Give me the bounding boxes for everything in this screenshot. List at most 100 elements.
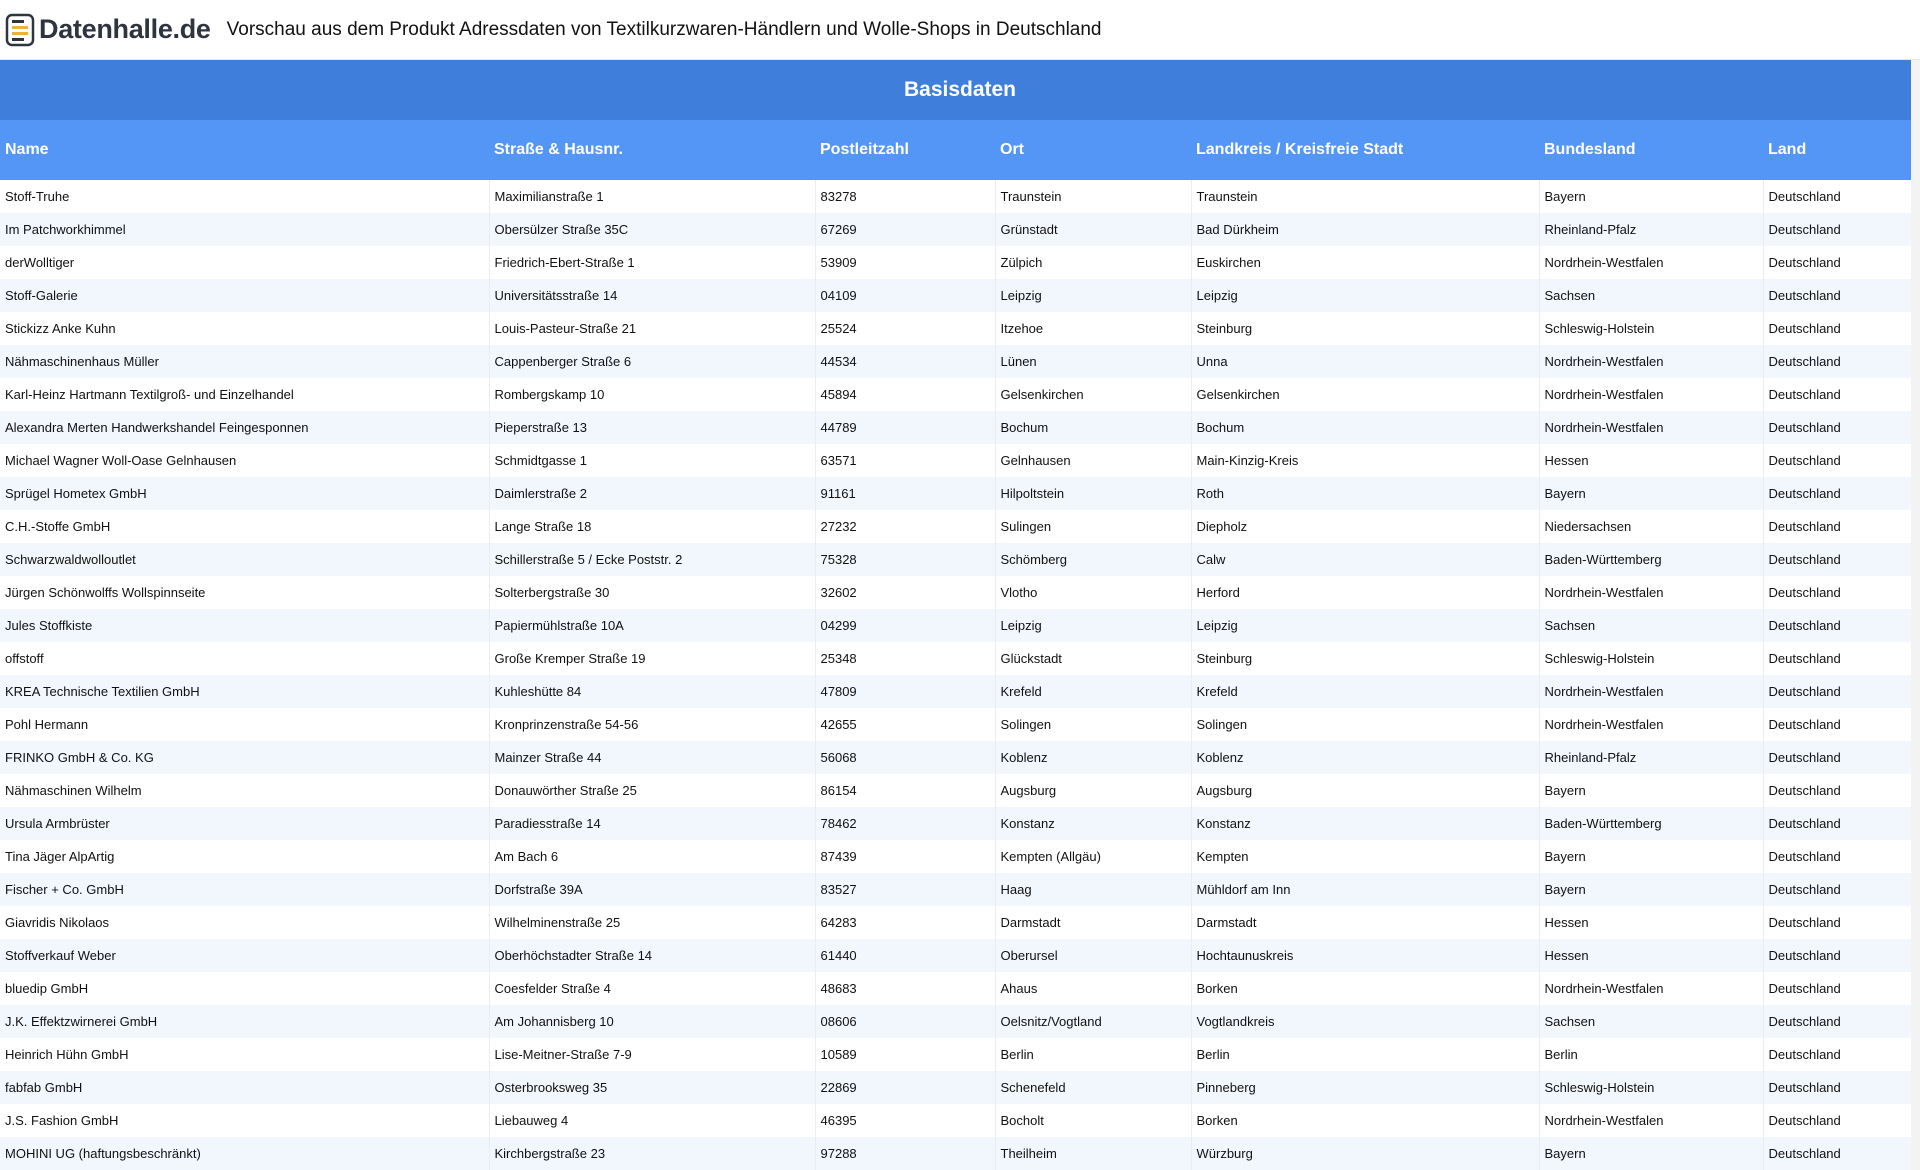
cell-country: Deutschland (1762, 774, 1920, 807)
table-row[interactable]: J.S. Fashion GmbH Liebauweg 4 46395 Bocholt… (0, 1104, 1920, 1137)
cell-country: Deutschland (1762, 576, 1920, 609)
cell-city: Traunstein (994, 180, 1191, 213)
cell-state: Bayern (1538, 477, 1763, 510)
table-row[interactable]: C.H.-Stoffe GmbH Lange Straße 18 27232 Suli… (0, 510, 1920, 543)
cell-city: Augsburg (994, 774, 1191, 807)
table-row[interactable]: Schwarzwaldwolloutlet Schillerstraße 5 / … (0, 543, 1920, 576)
table-row[interactable]: Michael Wagner Woll-Oase Gelnhausen Schmi… (0, 444, 1920, 477)
column-header-name[interactable]: Name (0, 120, 489, 180)
table-row[interactable]: MOHINI UG (haftungsbeschränkt) Kirchbergs… (0, 1137, 1920, 1170)
table-row[interactable]: FRINKO GmbH & Co. KG Mainzer Straße 44 560… (0, 741, 1920, 774)
cell-state: Bayern (1538, 840, 1763, 873)
column-header-street[interactable]: Straße & Hausnr. (489, 120, 815, 180)
table-row[interactable]: Giavridis Nikolaos Wilhelminenstraße 25 64… (0, 906, 1920, 939)
table-row[interactable]: fabfab GmbH Osterbrooksweg 35 22869 Schenef… (0, 1071, 1920, 1104)
cell-postal-code: 97288 (814, 1137, 995, 1170)
table-row[interactable]: derWolltiger Friedrich-Ebert-Straße 1 5390… (0, 246, 1920, 279)
column-header-district[interactable]: Landkreis / Kreisfreie Stadt (1191, 120, 1539, 180)
cell-street: Lange Straße 18 (488, 510, 815, 543)
cell-city: Oelsnitz/Vogtland (994, 1005, 1191, 1038)
cell-country: Deutschland (1762, 477, 1920, 510)
table-row[interactable]: offstoff Große Kremper Straße 19 25348 Glüc… (0, 642, 1920, 675)
logo[interactable]: Datenhalle.de (5, 13, 211, 47)
cell-district: Diepholz (1190, 510, 1539, 543)
cell-name: J.S. Fashion GmbH (5, 1113, 119, 1128)
cell-street: Daimlerstraße 2 (488, 477, 815, 510)
cell-city: Lünen (994, 345, 1191, 378)
cell-state: Schleswig-Holstein (1538, 312, 1763, 345)
table-row[interactable]: Jules Stoffkiste Papiermühlstraße 10A 0429… (0, 609, 1920, 642)
cell-state: Sachsen (1538, 1005, 1763, 1038)
table-row[interactable]: Ursula Armbrüster Paradiesstraße 14 78462 K… (0, 807, 1920, 840)
cell-name: Stickizz Anke Kuhn (5, 321, 116, 336)
cell-name: J.K. Effektzwirnerei GmbH (5, 1014, 158, 1029)
cell-state: Hessen (1538, 906, 1763, 939)
cell-city: Oberursel (994, 939, 1191, 972)
cell-country: Deutschland (1762, 642, 1920, 675)
cell-country: Deutschland (1762, 939, 1920, 972)
column-header-country[interactable]: Land (1763, 120, 1920, 180)
table-row[interactable]: J.K. Effektzwirnerei GmbH Am Johannisberg… (0, 1005, 1920, 1038)
cell-name: MOHINI UG (haftungsbeschränkt) (5, 1146, 201, 1161)
cell-district: Borken (1190, 1104, 1539, 1137)
column-header-postal-code[interactable]: Postleitzahl (815, 120, 995, 180)
cell-postal-code: 25348 (814, 642, 995, 675)
cell-street: Liebauweg 4 (488, 1104, 815, 1137)
cell-district: Bochum (1190, 411, 1539, 444)
table-row[interactable]: Tina Jäger AlpArtig Am Bach 6 87439 Kempten… (0, 840, 1920, 873)
table-row[interactable]: Fischer + Co. GmbH Dorfstraße 39A 83527 Haa… (0, 873, 1920, 906)
table-row[interactable]: Pohl Hermann Kronprinzenstraße 54-56 42655… (0, 708, 1920, 741)
cell-street: Maximilianstraße 1 (488, 180, 815, 213)
cell-name: FRINKO GmbH & Co. KG (5, 750, 154, 765)
cell-postal-code: 56068 (814, 741, 995, 774)
table-row[interactable]: Karl-Heinz Hartmann Textilgroß- und Einz… (0, 378, 1920, 411)
table-row[interactable]: Stoffverkauf Weber Oberhöchstadter Straße… (0, 939, 1920, 972)
cell-district: Würzburg (1190, 1137, 1539, 1170)
cell-street: Schmidtgasse 1 (488, 444, 815, 477)
cell-country: Deutschland (1762, 1005, 1920, 1038)
table-row[interactable]: Alexandra Merten Handwerkshandel Feinges… (0, 411, 1920, 444)
cell-state: Nordrhein-Westfalen (1538, 708, 1763, 741)
column-header-state[interactable]: Bundesland (1539, 120, 1763, 180)
cell-postal-code: 42655 (814, 708, 995, 741)
cell-district: Euskirchen (1190, 246, 1539, 279)
table-row[interactable]: bluedip GmbH Coesfelder Straße 4 48683 Ahau… (0, 972, 1920, 1005)
table-row[interactable]: KREA Technische Textilien GmbH Kuhleshütt… (0, 675, 1920, 708)
table-row[interactable]: Sprügel Hometex GmbH Daimlerstraße 2 91161… (0, 477, 1920, 510)
table-row[interactable]: Stoff-Galerie Universitätsstraße 14 04109 L… (0, 279, 1920, 312)
cell-postal-code: 53909 (814, 246, 995, 279)
column-header-city[interactable]: Ort (995, 120, 1191, 180)
cell-district: Bad Dürkheim (1190, 213, 1539, 246)
table-row[interactable]: Jürgen Schönwolffs Wollspinnseite Solterb… (0, 576, 1920, 609)
cell-name: Jules Stoffkiste (5, 618, 93, 633)
cell-district: Kempten (1190, 840, 1539, 873)
cell-state: Niedersachsen (1538, 510, 1763, 543)
table-row[interactable]: Stickizz Anke Kuhn Louis-Pasteur-Straße 2… (0, 312, 1920, 345)
cell-street: Osterbrooksweg 35 (488, 1071, 815, 1104)
table-row[interactable]: Heinrich Hühn GmbH Lise-Meitner-Straße 7-… (0, 1038, 1920, 1071)
cell-city: Vlotho (994, 576, 1191, 609)
cell-postal-code: 45894 (814, 378, 995, 411)
cell-country: Deutschland (1762, 279, 1920, 312)
cell-name: KREA Technische Textilien GmbH (5, 684, 200, 699)
cell-state: Nordrhein-Westfalen (1538, 378, 1763, 411)
cell-postal-code: 48683 (814, 972, 995, 1005)
address-table: Name Straße & Hausnr. Postleitzahl Ort L… (0, 120, 1920, 1170)
cell-street: Dorfstraße 39A (488, 873, 815, 906)
table-row[interactable]: Stoff-Truhe Maximilianstraße 1 83278 Trauns… (0, 180, 1920, 213)
cell-district: Berlin (1190, 1038, 1539, 1071)
cell-street: Universitätsstraße 14 (488, 279, 815, 312)
cell-district: Herford (1190, 576, 1539, 609)
cell-street: Kirchbergstraße 23 (488, 1137, 815, 1170)
table-row[interactable]: Im Patchworkhimmel Obersülzer Straße 35C 6… (0, 213, 1920, 246)
cell-state: Bayern (1538, 774, 1763, 807)
cell-postal-code: 61440 (814, 939, 995, 972)
cell-name: Giavridis Nikolaos (5, 915, 110, 930)
cell-postal-code: 86154 (814, 774, 995, 807)
table-row[interactable]: Nähmaschinenhaus Müller Cappenberger Stra… (0, 345, 1920, 378)
cell-name: Ursula Armbrüster (5, 816, 110, 831)
logo-text: Datenhalle.de (39, 14, 211, 44)
table-row[interactable]: Nähmaschinen Wilhelm Donauwörther Straße … (0, 774, 1920, 807)
vertical-scrollbar[interactable] (1911, 60, 1920, 1170)
cell-name: Sprügel Hometex GmbH (5, 486, 147, 501)
